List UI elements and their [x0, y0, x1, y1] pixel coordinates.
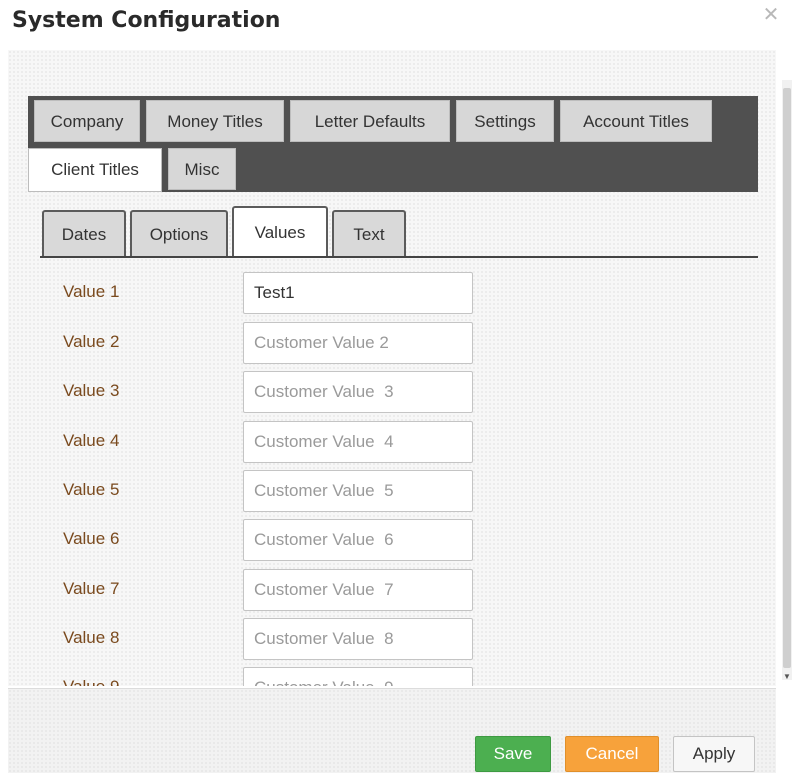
tab-values[interactable]: Values — [232, 206, 328, 256]
tab-account-titles[interactable]: Account Titles — [560, 100, 712, 142]
value-row: Value 7 — [28, 569, 768, 611]
tab-client-titles[interactable]: Client Titles — [28, 148, 162, 192]
value-5-input[interactable] — [243, 470, 473, 512]
value-row: Value 3 — [28, 371, 768, 413]
value-row: Value 4 — [28, 421, 768, 463]
apply-button[interactable]: Apply — [673, 736, 755, 772]
value-1-label: Value 1 — [63, 282, 120, 301]
dialog-title: System Configuration — [12, 8, 281, 33]
tab-settings[interactable]: Settings — [456, 100, 554, 142]
value-2-label: Value 2 — [63, 332, 120, 351]
value-row: Value 9 — [28, 667, 768, 686]
value-7-input[interactable] — [243, 569, 473, 611]
value-4-input[interactable] — [243, 421, 473, 463]
value-7-label: Value 7 — [63, 579, 120, 598]
top-tab-bar: Company Money Titles Letter Defaults Set… — [28, 96, 758, 192]
value-2-input[interactable] — [243, 322, 473, 364]
value-row: Value 8 — [28, 618, 768, 660]
tab-company[interactable]: Company — [34, 100, 140, 142]
value-4-label: Value 4 — [63, 431, 120, 450]
sub-tab-bar: Dates Options Values Text — [40, 206, 758, 258]
value-6-input[interactable] — [243, 519, 473, 561]
close-icon[interactable]: ✕ — [760, 4, 782, 26]
tab-text[interactable]: Text — [332, 210, 406, 256]
value-row: Value 6 — [28, 519, 768, 561]
tab-money-titles[interactable]: Money Titles — [146, 100, 284, 142]
scroll-content: Company Money Titles Letter Defaults Set… — [28, 96, 768, 686]
tab-misc[interactable]: Misc — [168, 148, 236, 190]
value-3-input[interactable] — [243, 371, 473, 413]
dialog-body: Company Money Titles Letter Defaults Set… — [8, 50, 776, 686]
value-row: Value 1 — [28, 272, 768, 314]
value-row: Value 5 — [28, 470, 768, 512]
value-8-input[interactable] — [243, 618, 473, 660]
tab-options[interactable]: Options — [130, 210, 228, 256]
value-8-label: Value 8 — [63, 628, 120, 647]
tab-dates[interactable]: Dates — [42, 210, 126, 256]
vertical-scrollbar[interactable]: ▼ — [782, 80, 792, 682]
tab-letter-defaults[interactable]: Letter Defaults — [290, 100, 450, 142]
cancel-button[interactable]: Cancel — [565, 736, 659, 772]
value-9-input[interactable] — [243, 667, 473, 686]
value-5-label: Value 5 — [63, 480, 120, 499]
scroll-down-arrow-icon[interactable]: ▼ — [782, 672, 792, 682]
value-row: Value 2 — [28, 322, 768, 364]
value-6-label: Value 6 — [63, 529, 120, 548]
dialog-footer: Save Cancel Apply — [8, 688, 776, 773]
value-9-label: Value 9 — [63, 677, 119, 686]
value-3-label: Value 3 — [63, 381, 120, 400]
value-1-input[interactable] — [243, 272, 473, 314]
save-button[interactable]: Save — [475, 736, 551, 772]
scrollbar-thumb[interactable] — [783, 88, 791, 668]
